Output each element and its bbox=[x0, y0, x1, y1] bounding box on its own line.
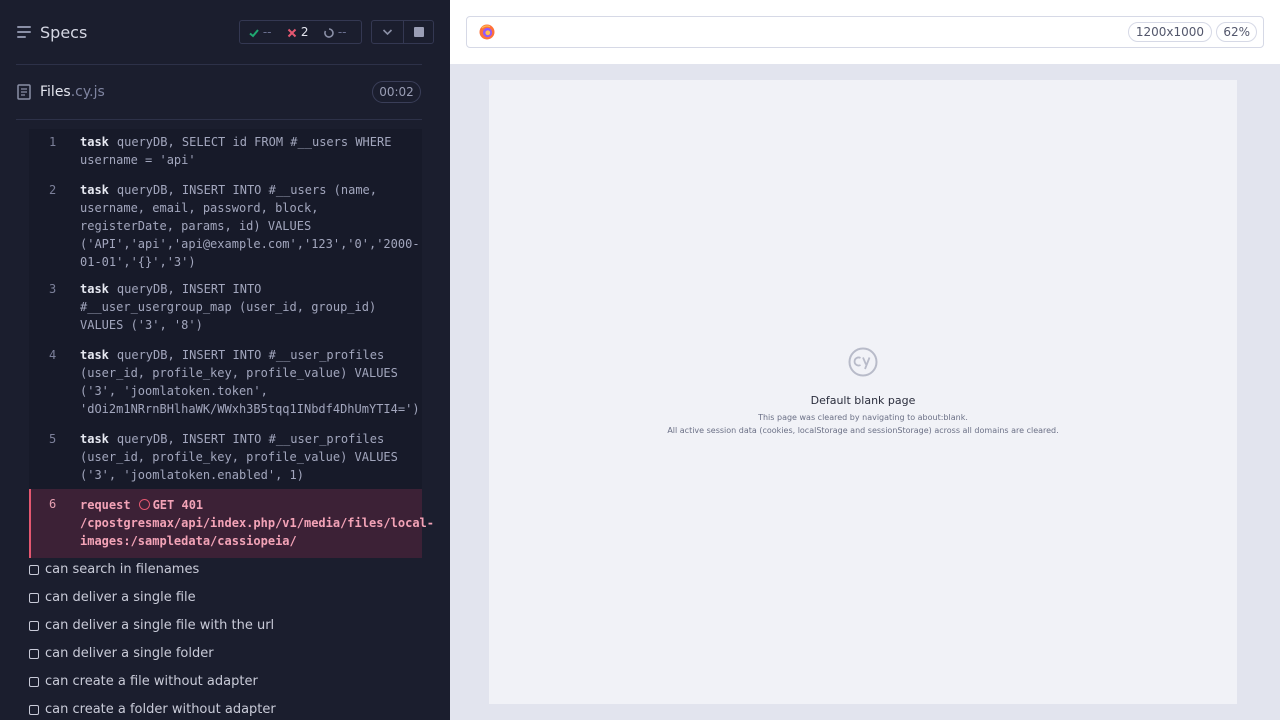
test-item[interactable]: can create a file without adapter bbox=[29, 670, 429, 698]
reporter-header: Specs -- 2 -- bbox=[0, 0, 438, 64]
command-row[interactable]: 5 task queryDB, INSERT INTO #__user_profi… bbox=[29, 426, 422, 489]
pending-icon bbox=[29, 565, 39, 575]
firefox-icon bbox=[479, 24, 495, 40]
failed-icon bbox=[138, 499, 150, 510]
specs-title[interactable]: Specs bbox=[40, 23, 87, 42]
aut-iframe: Default blank page This page was cleared… bbox=[489, 80, 1237, 704]
reporter-panel: Specs -- 2 -- Files.cy.js 00:02 1 task q… bbox=[0, 0, 438, 720]
aut-header: 1200x1000 62% bbox=[450, 0, 1280, 64]
pending-stat: -- bbox=[324, 25, 347, 39]
pending-icon bbox=[29, 593, 39, 603]
command-message: queryDB, INSERT INTO #__user_usergroup_m… bbox=[80, 282, 377, 332]
command-message: GET 401 /cpostgresmax/api/index.php/v1/m… bbox=[80, 498, 435, 548]
command-row[interactable]: 2 task queryDB, INSERT INTO #__users (nam… bbox=[29, 177, 422, 276]
blank-page-description: All active session data (cookies, localS… bbox=[667, 426, 1059, 435]
url-bar[interactable]: 1200x1000 62% bbox=[466, 16, 1264, 48]
run-controls bbox=[371, 20, 434, 44]
check-icon bbox=[249, 28, 259, 37]
blank-page-title: Default blank page bbox=[810, 394, 916, 407]
stop-icon bbox=[414, 27, 424, 37]
test-item[interactable]: can deliver a single file bbox=[29, 586, 429, 614]
zoom-badge[interactable]: 62% bbox=[1216, 22, 1257, 42]
pending-icon bbox=[29, 621, 39, 631]
failed-stat: 2 bbox=[287, 25, 308, 39]
divider bbox=[16, 119, 422, 120]
test-list: can search in filenames can deliver a si… bbox=[29, 558, 429, 720]
command-row-failed[interactable]: 6 request GET 401 /cpostgresmax/api/index… bbox=[29, 489, 434, 558]
command-log: 1 task queryDB, SELECT id FROM #__users W… bbox=[29, 129, 434, 558]
command-row[interactable]: 1 task queryDB, SELECT id FROM #__users W… bbox=[29, 129, 422, 177]
pending-icon bbox=[29, 677, 39, 687]
spec-file-name: Files.cy.js bbox=[40, 84, 105, 100]
pending-icon bbox=[29, 705, 39, 715]
chevron-down-icon bbox=[382, 29, 393, 36]
blank-page-description: This page was cleared by navigating to a… bbox=[758, 413, 968, 422]
toggle-button[interactable] bbox=[372, 21, 403, 43]
command-message: queryDB, SELECT id FROM #__users WHERE u… bbox=[80, 135, 392, 167]
pending-icon bbox=[29, 649, 39, 659]
spinner-icon bbox=[324, 27, 334, 38]
command-row[interactable]: 3 task queryDB, INSERT INTO #__user_userg… bbox=[29, 276, 422, 342]
test-item[interactable]: can create a folder without adapter bbox=[29, 698, 429, 720]
cypress-logo-icon bbox=[848, 347, 878, 377]
duration-badge: 00:02 bbox=[372, 81, 421, 103]
document-icon bbox=[17, 84, 31, 100]
test-item[interactable]: can deliver a single folder bbox=[29, 642, 429, 670]
cross-icon bbox=[287, 28, 297, 37]
passed-stat: -- bbox=[249, 25, 272, 39]
app-under-test-panel: 1200x1000 62% Default blank page This pa… bbox=[450, 0, 1280, 720]
viewport-size-badge[interactable]: 1200x1000 bbox=[1127, 22, 1212, 42]
test-item[interactable]: can search in filenames bbox=[29, 558, 429, 586]
command-message: queryDB, INSERT INTO #__users (name, use… bbox=[80, 183, 420, 269]
stop-button[interactable] bbox=[404, 21, 434, 43]
spec-file-row[interactable]: Files.cy.js 00:02 bbox=[0, 65, 438, 119]
menu-icon[interactable] bbox=[17, 26, 31, 38]
command-message: queryDB, INSERT INTO #__user_profiles (u… bbox=[80, 348, 420, 416]
command-message: queryDB, INSERT INTO #__user_profiles (u… bbox=[80, 432, 398, 482]
command-row[interactable]: 4 task queryDB, INSERT INTO #__user_profi… bbox=[29, 342, 422, 426]
stats-bar: -- 2 -- bbox=[239, 20, 362, 44]
test-item[interactable]: can deliver a single file with the url bbox=[29, 614, 429, 642]
